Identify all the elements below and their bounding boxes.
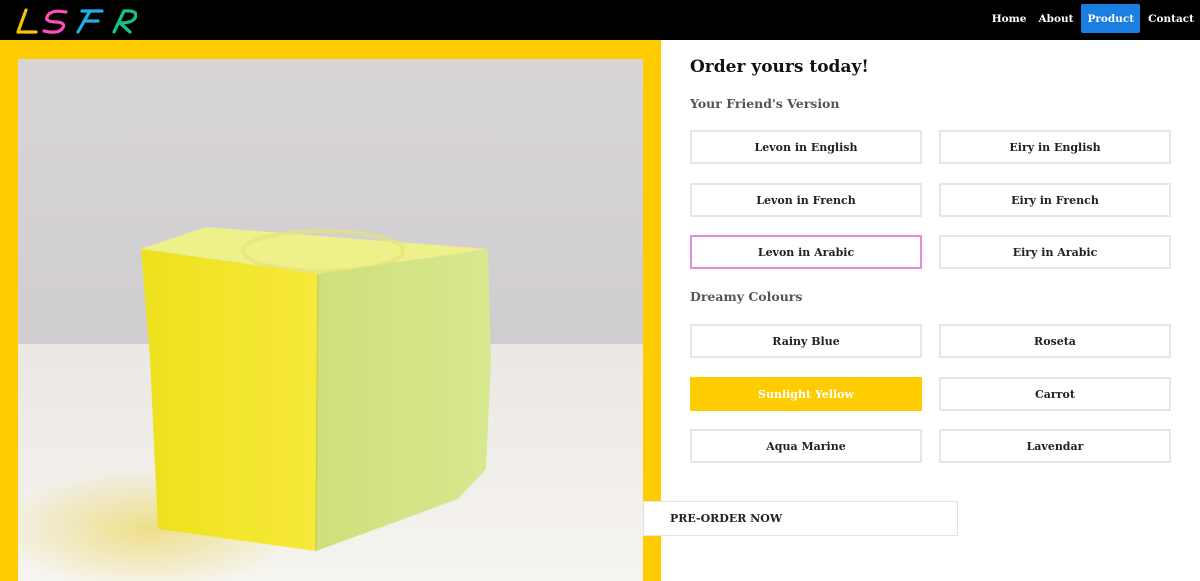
product-photo bbox=[18, 59, 643, 581]
colour-option-carrot[interactable]: Carrot bbox=[939, 377, 1171, 411]
order-title: Order yours today! bbox=[690, 57, 869, 77]
preorder-button[interactable]: PRE-ORDER NOW bbox=[643, 501, 958, 536]
colour-option-sunlight-yellow[interactable]: Sunlight Yellow bbox=[690, 377, 922, 411]
nav-menu: Home About Product Contact bbox=[986, 4, 1200, 33]
colour-option-lavendar[interactable]: Lavendar bbox=[939, 429, 1171, 463]
nav-contact-link[interactable]: Contact bbox=[1142, 4, 1200, 33]
nav-home-link[interactable]: Home bbox=[986, 4, 1033, 33]
colour-option-roseta[interactable]: Roseta bbox=[939, 324, 1171, 358]
nav-product-link[interactable]: Product bbox=[1081, 4, 1141, 33]
dreamy-colours-heading: Dreamy Colours bbox=[690, 289, 803, 304]
navbar: Home About Product Contact bbox=[0, 0, 1200, 40]
version-option-eiry-english[interactable]: Eiry in English bbox=[939, 130, 1171, 164]
version-option-levon-english[interactable]: Levon in English bbox=[690, 130, 922, 164]
version-option-eiry-french[interactable]: Eiry in French bbox=[939, 183, 1171, 217]
version-option-levon-french[interactable]: Levon in French bbox=[690, 183, 922, 217]
colour-option-aqua-marine[interactable]: Aqua Marine bbox=[690, 429, 922, 463]
friend-version-heading: Your Friend's Version bbox=[690, 96, 840, 111]
lsfr-logo[interactable] bbox=[12, 5, 137, 37]
nav-about-link[interactable]: About bbox=[1032, 4, 1079, 33]
colour-option-rainy-blue[interactable]: Rainy Blue bbox=[690, 324, 922, 358]
version-option-eiry-arabic[interactable]: Eiry in Arabic bbox=[939, 235, 1171, 269]
version-option-levon-arabic[interactable]: Levon in Arabic bbox=[690, 235, 922, 269]
